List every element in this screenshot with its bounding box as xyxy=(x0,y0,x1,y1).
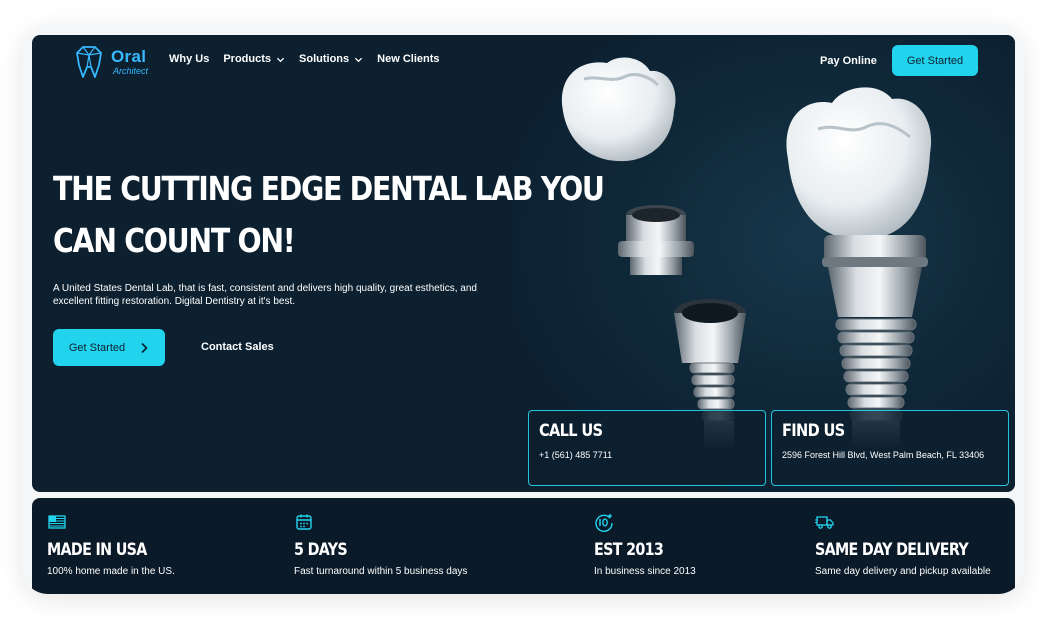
main-nav: Why Us Products Solutions New Clients xyxy=(169,53,440,65)
hero-section: Oral Architect Why Us Products Solutions… xyxy=(32,35,1015,492)
nav-item-products[interactable]: Products xyxy=(223,53,285,65)
address: 2596 Forest Hill Blvd, West Palm Beach, … xyxy=(782,450,985,460)
feature-text: In business since 2013 xyxy=(594,566,696,577)
feature-text: Fast turnaround within 5 business days xyxy=(294,566,468,577)
nav-item-label: Why Us xyxy=(169,53,210,65)
ten-years-icon xyxy=(595,514,613,532)
nav-item-why-us[interactable]: Why Us xyxy=(169,53,209,65)
browser-frame: Oral Architect Why Us Products Solutions… xyxy=(22,24,1024,594)
logo-subtitle: Architect xyxy=(113,66,149,76)
nav-get-started-button[interactable]: Get Started xyxy=(892,45,978,76)
find-us-card: FIND US 2596 Forest Hill Blvd, West Palm… xyxy=(771,410,1009,486)
headline-line-1: THE CUTTING EDGE DENTAL LAB YOU xyxy=(53,169,605,208)
hero-description: A United States Dental Lab, that is fast… xyxy=(53,283,477,307)
tooth-logo-icon xyxy=(76,46,102,78)
headline-line-2: CAN COUNT ON! xyxy=(53,221,296,260)
feature-text: Same day delivery and pickup available xyxy=(815,566,991,577)
features-strip: MADE IN USA 100% home made in the US. 5 … xyxy=(32,498,1015,594)
chevron-down-icon xyxy=(276,57,285,62)
feature-5-days: 5 DAYS Fast turnaround within 5 business… xyxy=(294,512,467,577)
logo[interactable]: Oral Architect xyxy=(73,45,148,79)
flag-icon xyxy=(48,515,66,529)
delivery-truck-icon xyxy=(815,516,834,529)
call-us-card: CALL US +1 (561) 485 7711 xyxy=(528,410,766,486)
feature-title: 5 DAYS xyxy=(294,540,348,560)
nav-item-label: Solutions xyxy=(299,53,350,65)
feature-same-day-delivery: SAME DAY DELIVERY Same day delivery and … xyxy=(815,512,997,577)
call-us-title: CALL US xyxy=(539,421,603,441)
nav-item-new-clients[interactable]: New Clients xyxy=(377,53,439,65)
feature-made-in-usa: MADE IN USA 100% home made in the US. xyxy=(47,512,175,577)
nav-item-solutions[interactable]: Solutions xyxy=(299,53,363,65)
feature-est-2013: EST 2013 In business since 2013 xyxy=(594,512,696,577)
find-us-title: FIND US xyxy=(782,421,845,441)
chevron-right-icon xyxy=(141,342,148,353)
feature-title: EST 2013 xyxy=(594,540,664,560)
nav-item-label: New Clients xyxy=(377,53,440,65)
page-title: THE CUTTING EDGE DENTAL LAB YOU CAN COUN… xyxy=(53,163,605,267)
get-started-label: Get Started xyxy=(68,341,126,354)
phone-number[interactable]: +1 (561) 485 7711 xyxy=(539,449,755,462)
pay-online-link[interactable]: Pay Online xyxy=(820,55,877,67)
feature-text: 100% home made in the US. xyxy=(47,566,175,577)
get-started-button[interactable]: Get Started xyxy=(53,329,165,366)
feature-title: MADE IN USA xyxy=(47,540,147,560)
feature-title: SAME DAY DELIVERY xyxy=(815,540,969,560)
chevron-down-icon xyxy=(355,57,363,62)
logo-name: Oral xyxy=(111,47,147,66)
dental-implant-illustration xyxy=(561,57,932,449)
contact-sales-link[interactable]: Contact Sales xyxy=(201,341,274,353)
nav-item-label: Products xyxy=(223,53,272,65)
calendar-icon xyxy=(296,514,312,530)
